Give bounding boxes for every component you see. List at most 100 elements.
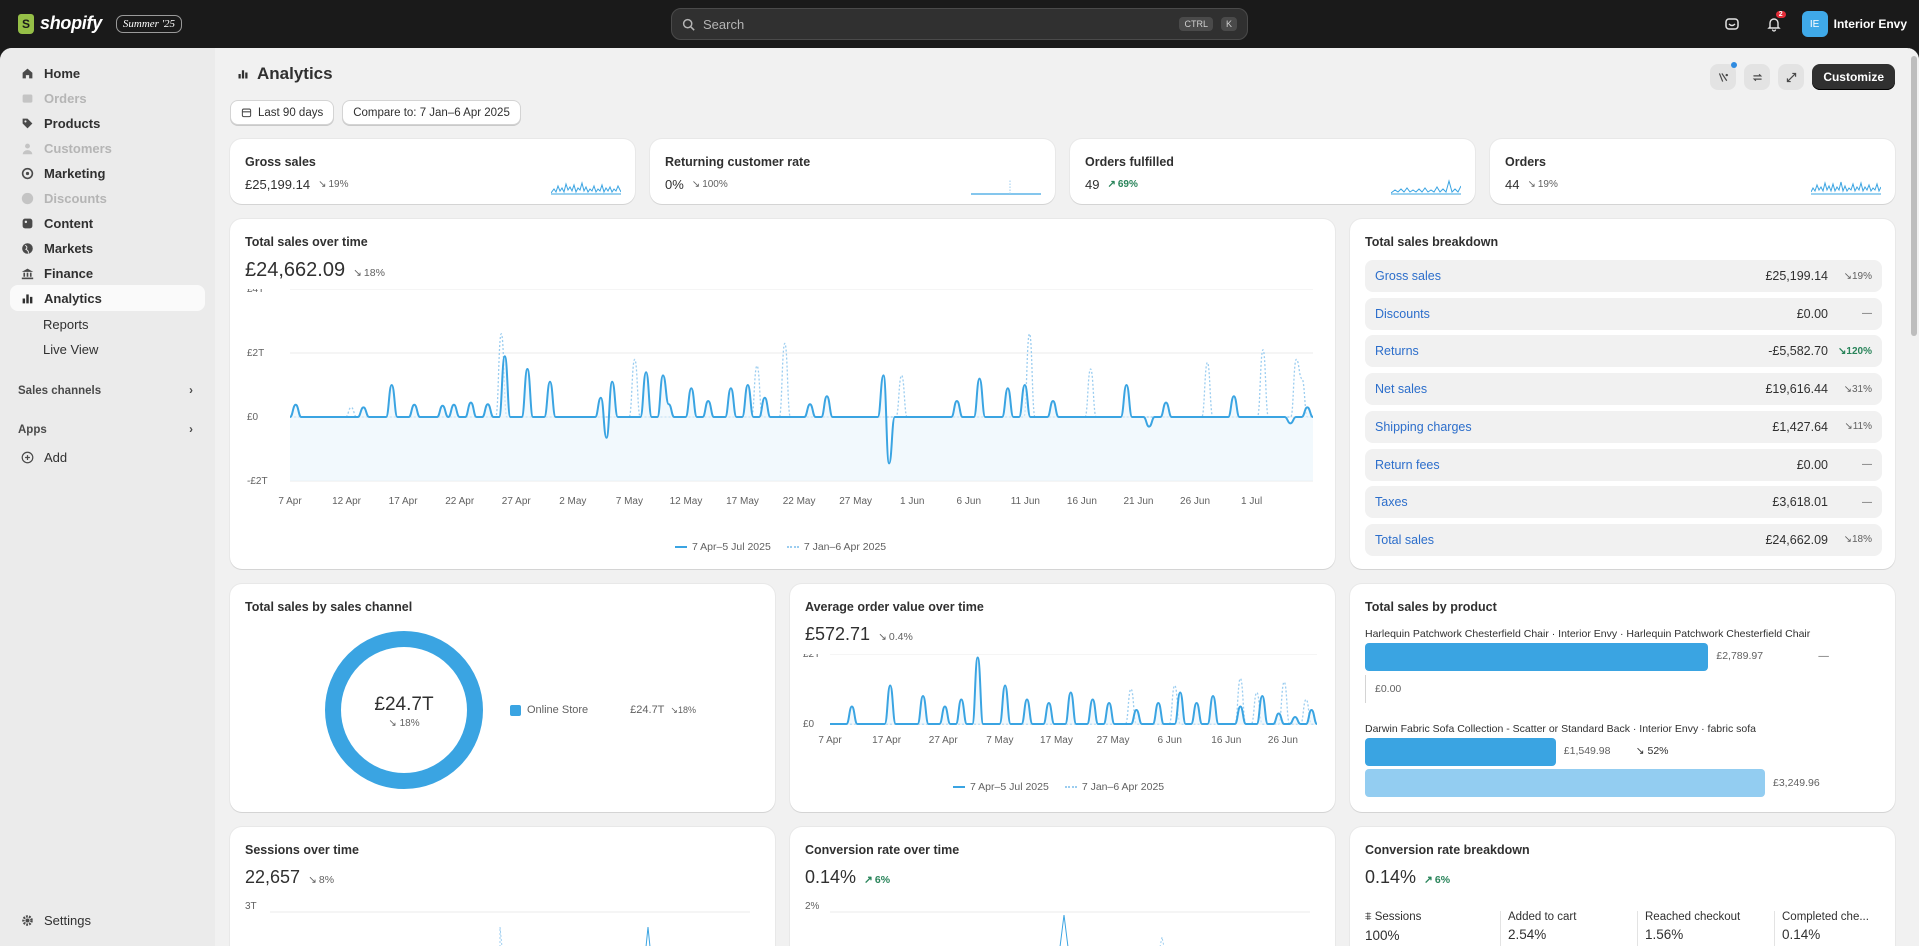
sidebar-section-sales-channels[interactable]: Sales channels › (18, 385, 193, 397)
conversion-chart-card: Conversion rate over time 0.14% ↗ 6% 2% (790, 827, 1335, 946)
x-tick-label: 1 Jul (1241, 496, 1262, 507)
sidebar-section-apps[interactable]: Apps › (18, 424, 193, 436)
legend-swatch (510, 704, 521, 716)
notification-badge: 2 (1775, 11, 1786, 18)
breakdown-row-change: ↘19% (1843, 270, 1872, 282)
x-tick-label: 6 Jun (1157, 735, 1181, 746)
page-title: Analytics (237, 64, 333, 84)
kpi-title: Returning customer rate (665, 155, 811, 169)
sidebar-item-home[interactable]: Home (10, 60, 205, 86)
kpi-gross-sales[interactable]: Gross sales £25,199.14 ↘ 19% (230, 139, 635, 204)
breakdown-row-discounts[interactable]: Discounts £0.00 — (1365, 297, 1882, 330)
kpi-returning-customer-rate[interactable]: Returning customer rate 0% ↘ 100% (650, 139, 1055, 204)
conv-breakdown-value: 0.14% (1365, 867, 1417, 887)
breakdown-row-name[interactable]: Net sales (1375, 382, 1765, 396)
sidebar-item-live-view[interactable]: Live View (10, 336, 205, 362)
tag-icon (20, 116, 34, 130)
sidebar-item-finance[interactable]: Finance (10, 260, 205, 286)
kpi-orders-fulfilled[interactable]: Orders fulfilled 49 ↗ 69% (1070, 139, 1475, 204)
breakdown-row-value: -£5,582.70 (1768, 344, 1828, 359)
total-sales-value: £24,662.09 (245, 259, 346, 281)
notifications-button[interactable]: 2 (1760, 10, 1788, 38)
legend-value: £24.7T (630, 704, 665, 716)
breakdown-row-name[interactable]: Shipping charges (1375, 420, 1772, 434)
sidebar-item-analytics[interactable]: Analytics (10, 285, 205, 311)
section-label: Sales channels (18, 385, 102, 397)
gear-icon (20, 913, 34, 927)
breakdown-row-return-fees[interactable]: Return fees £0.00 — (1365, 448, 1882, 481)
total-sales-chart-card: Total sales over time £24,662.09 ↘ 18% £4T… (230, 219, 1335, 569)
search-bar[interactable]: CTRL K (671, 8, 1248, 40)
product-bar-current[interactable] (1365, 738, 1556, 766)
sidekick-button[interactable] (1710, 62, 1738, 90)
sidebar-item-markets[interactable]: Markets (10, 235, 205, 261)
x-tick-label: 21 Jun (1123, 496, 1153, 507)
compare-button[interactable]: Compare to: 7 Jan–6 Apr 2025 (342, 100, 521, 125)
store-menu[interactable]: IE Interior Envy (1801, 11, 1907, 37)
kpi-sparkline (1811, 181, 1881, 195)
card-title: Total sales by sales channel (245, 600, 413, 614)
chevron-right-icon: › (189, 385, 193, 397)
sidebar-item-products[interactable]: Products (10, 110, 205, 136)
main-content: Analytics Last 90 days Compare to: 7 Jan… (215, 48, 1919, 946)
kpi-value: £25,199.14 (245, 177, 311, 192)
breakdown-row-name[interactable]: Gross sales (1375, 269, 1765, 283)
legend-compare[interactable]: 7 Jan–6 Apr 2025 (1064, 781, 1164, 793)
legend-compare[interactable]: 7 Jan–6 Apr 2025 (786, 541, 886, 553)
breakdown-row-total-sales[interactable]: Total sales £24,662.09 ↘18% (1365, 523, 1882, 556)
breakdown-row-name[interactable]: Return fees (1375, 458, 1797, 472)
sidebar-item-orders[interactable]: Orders (10, 85, 205, 111)
sidebar-item-reports[interactable]: Reports (10, 311, 205, 337)
stat-added-to-cart: Added to cart 2.54% (1508, 911, 1577, 942)
product-bar-current[interactable] (1365, 643, 1709, 671)
admin-frame: Home Orders Products Customers Marketing… (0, 48, 1919, 946)
page-title-text: Analytics (257, 64, 333, 83)
sales-breakdown-card: Total sales breakdown Gross sales £25,199… (1350, 219, 1895, 569)
store-name: Interior Envy (1833, 17, 1907, 31)
breakdown-row-shipping-charges[interactable]: Shipping charges £1,427.64 ↘11% (1365, 410, 1882, 443)
breakdown-row-name[interactable]: Total sales (1375, 533, 1765, 547)
breakdown-row-gross-sales[interactable]: Gross sales £25,199.14 ↘19% (1365, 260, 1882, 292)
breakdown-row-name[interactable]: Taxes (1375, 495, 1772, 509)
breakdown-row-net-sales[interactable]: Net sales £19,616.44 ↘31% (1365, 373, 1882, 406)
compare-label: Compare to: 7 Jan–6 Apr 2025 (353, 106, 510, 119)
series-line-current[interactable] (830, 656, 1318, 725)
sidebar-item-label: Marketing (44, 165, 106, 181)
sidebar-item-content[interactable]: Content (10, 210, 205, 236)
sidebar-item-marketing[interactable]: Marketing (10, 160, 205, 186)
sidebar-item-settings[interactable]: Settings (10, 907, 205, 933)
sidebar-item-discounts[interactable]: Discounts (10, 185, 205, 211)
bank-icon (20, 266, 34, 280)
content-icon (20, 216, 34, 230)
series-line-compare[interactable] (289, 333, 1313, 418)
breakdown-row-name[interactable]: Discounts (1375, 307, 1797, 321)
donut-center-value: £24.7T (374, 694, 434, 715)
sales-by-product-card: Total sales by product Harlequin Patchwo… (1350, 584, 1895, 812)
sidekick-button[interactable] (1718, 10, 1746, 38)
fullscreen-button[interactable] (1778, 64, 1805, 90)
sidebar-add-app[interactable]: Add (10, 444, 205, 470)
sidebar-item-customers[interactable]: Customers (10, 135, 205, 161)
legend-current[interactable]: 7 Apr–5 Jul 2025 (675, 541, 771, 553)
scrollbar-thumb[interactable] (1911, 56, 1917, 336)
edition-badge[interactable]: Summer '25 (115, 14, 183, 33)
kpi-orders[interactable]: Orders 44 ↘ 19% (1490, 139, 1895, 204)
aov-line-chart: £2T £07 Apr 17 Apr 27 Apr 7 May 17 May 27 May 6… (803, 654, 1318, 746)
date-range-button[interactable]: Last 90 days (230, 100, 335, 125)
scrollbar[interactable] (1909, 48, 1919, 946)
search-input[interactable] (703, 16, 1168, 32)
legend-current[interactable]: 7 Apr–5 Jul 2025 (953, 781, 1049, 793)
breakdown-row-name[interactable]: Returns (1375, 344, 1768, 358)
breakdown-row-returns[interactable]: Returns -£5,582.70 ↘120% (1365, 335, 1882, 368)
conversion-line-chart (830, 911, 1310, 946)
channel-legend[interactable]: Online Store £24.7T ↘18% (510, 704, 696, 716)
breakdown-row-change: — (1862, 459, 1872, 470)
breakdown-row-taxes[interactable]: Taxes £3,618.01 — (1365, 486, 1882, 519)
refresh-button[interactable] (1744, 64, 1771, 90)
shopify-logo[interactable]: shopify Summer '25 (18, 13, 183, 34)
y-tick-label: £0 (247, 412, 259, 423)
x-tick-label: 12 Apr (332, 496, 362, 507)
product-bar-previous[interactable] (1365, 769, 1765, 797)
customize-button[interactable]: Customize (1812, 64, 1895, 90)
chart-icon (20, 291, 34, 305)
